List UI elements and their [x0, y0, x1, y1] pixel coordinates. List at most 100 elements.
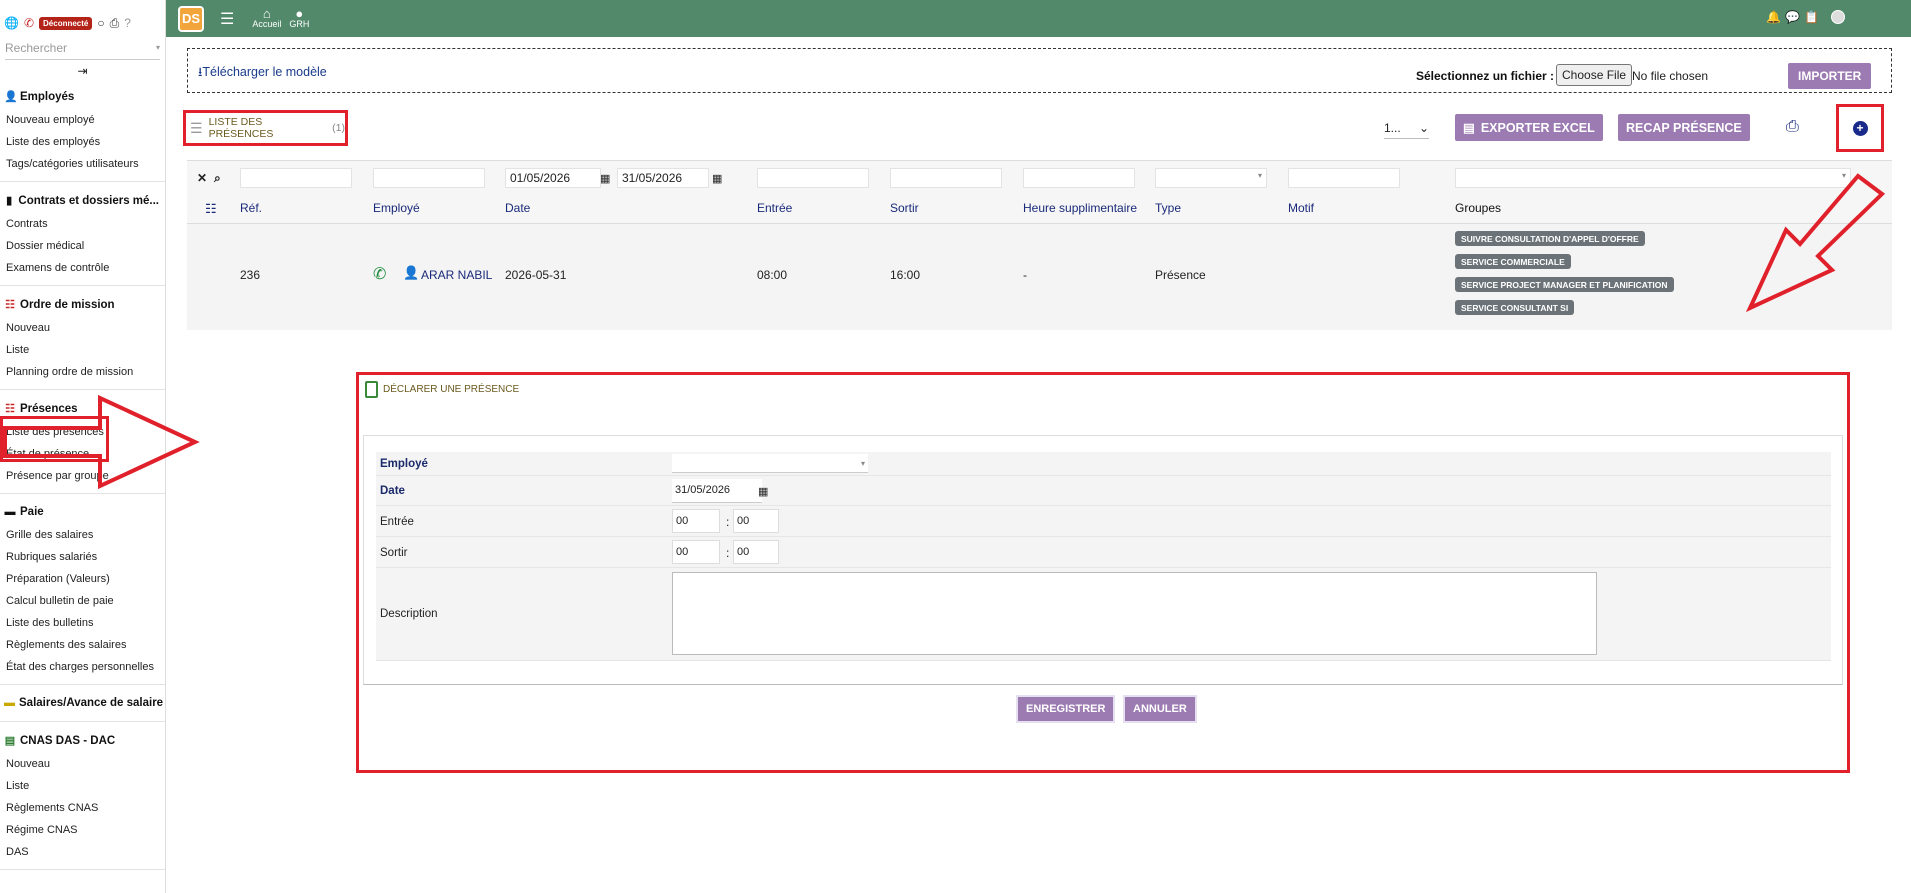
bell-icon[interactable]: 🔔: [1766, 10, 1781, 24]
chat-icon[interactable]: 💬: [1785, 10, 1800, 24]
col-ref[interactable]: Réf.: [240, 201, 262, 215]
sidebar-section-title[interactable]: 👤 Employés: [0, 86, 165, 109]
search-placeholder: Rechercher: [5, 40, 68, 55]
sidebar-item[interactable]: Liste: [0, 775, 165, 797]
sidebar-item[interactable]: Règlements des salaires: [0, 634, 165, 656]
topbar: DS ☰ ⌂ Accueil ● GRH 🔔 💬 📋: [166, 0, 1911, 37]
cell-sortir: 16:00: [890, 268, 921, 282]
export-excel-button[interactable]: ▤ EXPORTER EXCEL: [1455, 114, 1603, 141]
cancel-button[interactable]: ANNULER: [1123, 695, 1197, 723]
sidebar-section-title[interactable]: ☷ Ordre de mission: [0, 294, 165, 317]
search-icon[interactable]: ⌕: [214, 171, 221, 186]
calendar-icon[interactable]: ▦: [600, 172, 610, 185]
clear-filter-icon[interactable]: ✕: [197, 171, 207, 185]
description-textarea[interactable]: [672, 572, 1597, 655]
sidebar-item[interactable]: Rubriques salariés: [0, 546, 165, 568]
form-row-entree: Entrée 00 : 00: [376, 506, 1831, 537]
sidebar-section-title[interactable]: ▬ Salaires/Avance de salaire: [0, 693, 165, 715]
col-date[interactable]: Date: [505, 201, 530, 215]
choose-file-button[interactable]: Choose File: [1556, 64, 1633, 86]
calendar-icon[interactable]: ▦: [712, 172, 722, 185]
sidebar-item[interactable]: Nouveau: [0, 753, 165, 775]
calendar-icon[interactable]: ▦: [758, 485, 768, 498]
help-icon[interactable]: ?: [124, 16, 131, 30]
col-motif[interactable]: Motif: [1288, 201, 1314, 215]
folder-icon: ▮: [6, 195, 13, 207]
sidebar-section-title[interactable]: ▮ Contrats et dossiers mé...: [0, 190, 165, 213]
sidebar-search[interactable]: Rechercher ▾: [5, 36, 160, 60]
sidebar-section-title[interactable]: ▤ CNAS DAS - DAC: [0, 730, 165, 753]
list-icon: ☷: [5, 299, 15, 311]
sidebar-item[interactable]: Contrats: [0, 213, 165, 235]
sidebar-item[interactable]: Nouveau employé: [0, 109, 165, 131]
chevron-down-icon: ⌄: [1418, 120, 1429, 135]
sortir-label: Sortir: [380, 547, 408, 559]
globe-icon[interactable]: 🌐: [4, 16, 19, 30]
cell-employee[interactable]: ARAR NABIL: [421, 268, 492, 282]
nav-accueil[interactable]: ⌂ Accueil: [252, 7, 281, 30]
sidebar-item[interactable]: Régime CNAS: [0, 819, 165, 841]
print-icon[interactable]: ⎙: [1786, 118, 1799, 136]
filter-motif[interactable]: [1288, 168, 1400, 188]
form-title: DÉCLARER UNE PRÉSENCE: [365, 381, 519, 398]
import-button[interactable]: IMPORTER: [1788, 63, 1872, 89]
filter-date-to[interactable]: 31/05/2026: [617, 168, 709, 188]
sidebar-item[interactable]: Nouveau: [0, 317, 165, 339]
whatsapp-icon[interactable]: ✆: [24, 16, 34, 30]
table-row[interactable]: 236 ✆ 👤 ARAR NABIL 2026-05-31 08:00 16:0…: [187, 223, 1892, 330]
app-logo[interactable]: DS: [178, 5, 204, 32]
filter-heure-sup[interactable]: [1023, 168, 1135, 188]
filter-entree[interactable]: [757, 168, 869, 188]
col-heure-sup[interactable]: Heure supplimentaire: [1023, 201, 1137, 215]
add-icon[interactable]: +: [1852, 120, 1868, 136]
sidebar-item[interactable]: Examens de contrôle: [0, 257, 165, 279]
save-button[interactable]: ENREGISTRER: [1016, 695, 1116, 723]
col-type[interactable]: Type: [1155, 201, 1181, 215]
filter-type[interactable]: ▾: [1155, 168, 1267, 188]
sidebar-item[interactable]: Préparation (Valeurs): [0, 568, 165, 590]
column-selector-icon[interactable]: ☷: [205, 201, 217, 217]
whatsapp-icon[interactable]: ✆: [373, 264, 386, 284]
employee-select[interactable]: ▾: [672, 454, 868, 473]
avatar[interactable]: [1831, 10, 1845, 24]
filter-employee[interactable]: [373, 168, 485, 188]
per-page-select[interactable]: 1... ⌄: [1384, 117, 1429, 139]
sidebar-item[interactable]: DAS: [0, 841, 165, 863]
group-tag: SERVICE PROJECT MANAGER ET PLANIFICATION: [1455, 277, 1674, 292]
description-label: Description: [380, 608, 438, 620]
entree-hour-input[interactable]: 00: [672, 509, 720, 533]
sidebar-section-title[interactable]: ▬ Paie: [0, 502, 165, 524]
col-sortir[interactable]: Sortir: [890, 201, 919, 215]
recap-presence-button[interactable]: RECAP PRÉSENCE: [1618, 114, 1750, 141]
sidebar-item[interactable]: Présence par groupe: [0, 465, 165, 487]
filter-groupes[interactable]: ▾: [1455, 168, 1851, 188]
document-icon: ▤: [4, 735, 16, 747]
logout-icon[interactable]: ⇥: [0, 64, 165, 78]
sidebar-item[interactable]: Calcul bulletin de paie: [0, 590, 165, 612]
sidebar-item[interactable]: Grille des salaires: [0, 524, 165, 546]
chat-icon[interactable]: ○: [97, 16, 104, 30]
col-entree[interactable]: Entrée: [757, 201, 792, 215]
date-input[interactable]: 31/05/2026: [672, 479, 762, 503]
nav-grh[interactable]: ● GRH: [289, 7, 309, 30]
sortir-hour-input[interactable]: 00: [672, 540, 720, 564]
menu-icon[interactable]: ☰: [220, 9, 234, 29]
filter-ref[interactable]: [240, 168, 352, 188]
sidebar-item[interactable]: Liste: [0, 339, 165, 361]
col-employe[interactable]: Employé: [373, 201, 420, 215]
sidebar-item[interactable]: État des charges personnelles: [0, 656, 165, 678]
entree-minute-input[interactable]: 00: [733, 509, 779, 533]
status-badge[interactable]: Déconnecté: [39, 16, 93, 30]
filter-sortir[interactable]: [890, 168, 1002, 188]
filter-date-from[interactable]: 01/05/2026: [505, 168, 601, 188]
sidebar-item[interactable]: Dossier médical: [0, 235, 165, 257]
sidebar-item[interactable]: Tags/catégories utilisateurs: [0, 153, 165, 175]
sidebar-item[interactable]: Liste des bulletins: [0, 612, 165, 634]
sortir-minute-input[interactable]: 00: [733, 540, 779, 564]
clipboard-icon[interactable]: 📋: [1804, 10, 1819, 24]
sidebar-item[interactable]: Règlements CNAS: [0, 797, 165, 819]
download-template-link[interactable]: ⭳Télécharger le modèle: [198, 63, 327, 84]
sidebar-item[interactable]: Liste des employés: [0, 131, 165, 153]
sidebar-item[interactable]: Planning ordre de mission: [0, 361, 165, 383]
print-icon[interactable]: ⎙: [110, 16, 120, 31]
